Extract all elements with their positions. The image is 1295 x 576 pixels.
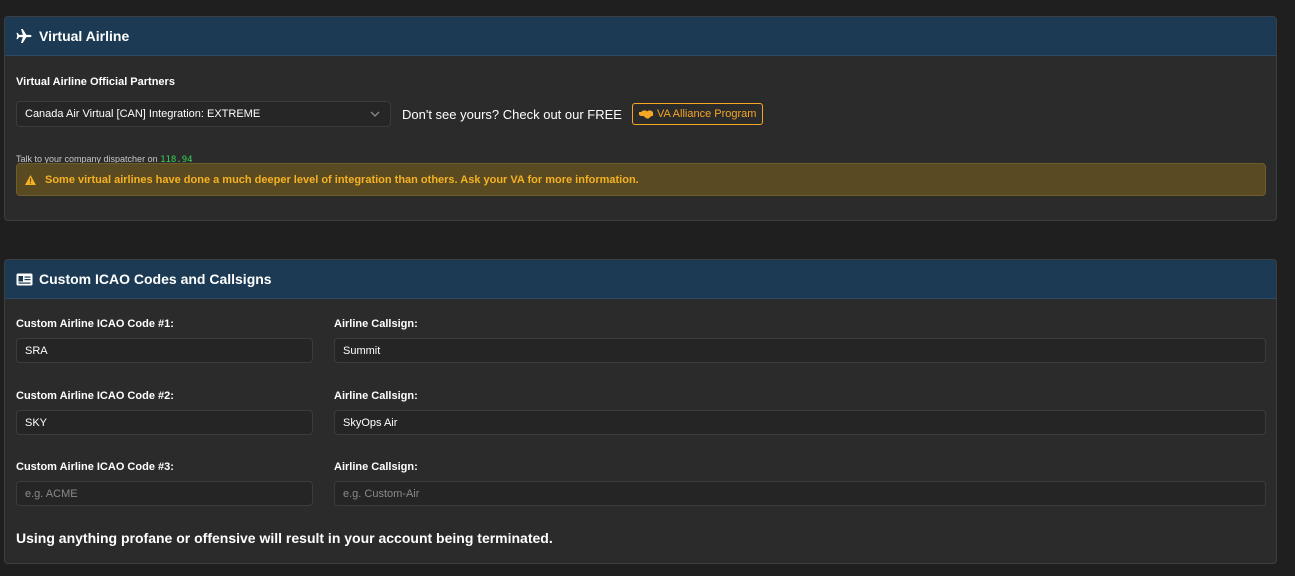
profanity-warning: Using anything profane or offensive will… <box>16 530 553 546</box>
handshake-icon <box>638 110 653 118</box>
virtual-airline-header: Virtual Airline <box>5 17 1276 56</box>
virtual-airline-title: Virtual Airline <box>39 28 130 44</box>
callsign-2-input[interactable] <box>334 410 1266 435</box>
partner-select-row: Canada Air Virtual [CAN] Integration: EX… <box>16 101 764 127</box>
partner-select-value: Canada Air Virtual [CAN] Integration: EX… <box>25 108 261 120</box>
icao-code-2-label: Custom Airline ICAO Code #2: <box>16 390 174 402</box>
partner-select[interactable]: Canada Air Virtual [CAN] Integration: EX… <box>16 101 391 127</box>
custom-icao-card: Custom ICAO Codes and Callsigns Custom A… <box>4 259 1277 564</box>
va-alliance-button[interactable]: VA Alliance Program <box>631 103 764 125</box>
warning-icon <box>25 174 36 185</box>
callsign-1-label: Airline Callsign: <box>334 318 418 330</box>
alert-text: Some virtual airlines have done a much d… <box>45 173 639 186</box>
va-alliance-label: VA Alliance Program <box>656 108 757 120</box>
partners-label: Virtual Airline Official Partners <box>16 76 175 88</box>
chevron-down-icon <box>370 111 380 117</box>
icao-code-2-input[interactable] <box>16 410 313 435</box>
callsign-3-label: Airline Callsign: <box>334 461 418 473</box>
icao-code-1-label: Custom Airline ICAO Code #1: <box>16 318 174 330</box>
icao-code-3-label: Custom Airline ICAO Code #3: <box>16 461 174 473</box>
plane-icon <box>16 29 32 43</box>
virtual-airline-card: Virtual Airline Virtual Airline Official… <box>4 16 1277 221</box>
dont-see-text: Don't see yours? Check out our FREE <box>402 106 622 122</box>
callsign-1-input[interactable] <box>334 338 1266 363</box>
id-card-icon <box>16 273 33 285</box>
icao-code-1-input[interactable] <box>16 338 313 363</box>
custom-icao-title: Custom ICAO Codes and Callsigns <box>39 271 272 287</box>
icao-code-3-input[interactable] <box>16 481 313 506</box>
custom-icao-header: Custom ICAO Codes and Callsigns <box>5 260 1276 299</box>
integration-alert: Some virtual airlines have done a much d… <box>16 163 1266 196</box>
callsign-3-input[interactable] <box>334 481 1266 506</box>
callsign-2-label: Airline Callsign: <box>334 390 418 402</box>
